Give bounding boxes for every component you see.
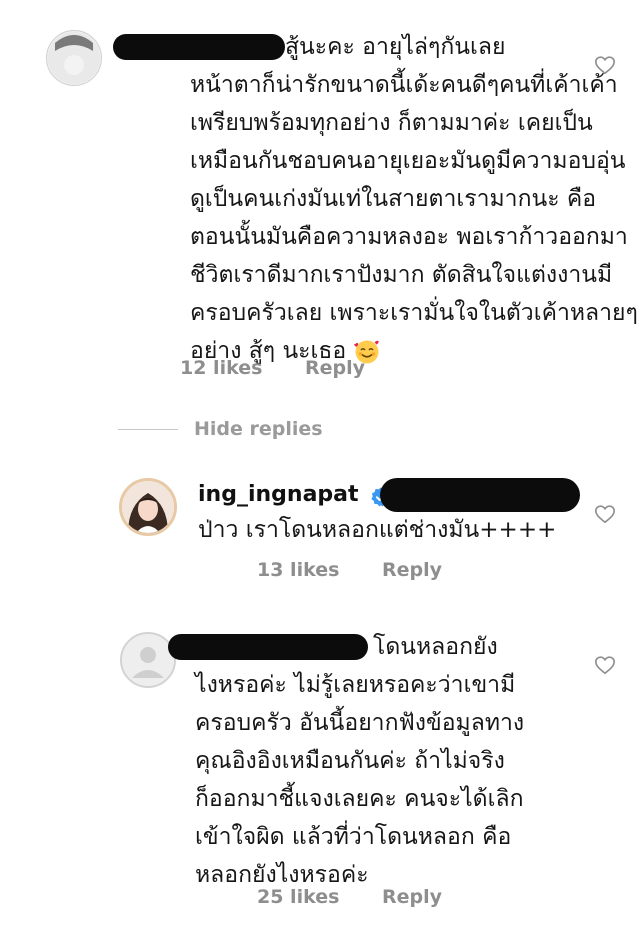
reply-button[interactable]: Reply — [382, 886, 442, 908]
like-heart-icon[interactable] — [594, 54, 616, 76]
like-heart-icon[interactable] — [594, 503, 616, 525]
comment-text: สู้นะคะ อายุไล่ๆกันเลย หน้าตาก็น่ารักขนา… — [190, 34, 638, 364]
like-heart-icon[interactable] — [594, 654, 616, 676]
reply-text: ป่าว เราโดนหลอกแต่ช่างมัน++++ — [198, 517, 557, 543]
likes-count[interactable]: 25 likes — [257, 886, 339, 908]
avatar[interactable] — [46, 30, 102, 86]
reply-button[interactable]: Reply — [382, 559, 442, 581]
comment-meta: 12 likes Reply — [180, 357, 365, 379]
reply-button[interactable]: Reply — [305, 357, 365, 379]
hide-replies-toggle[interactable]: Hide replies — [118, 418, 323, 440]
comment-text: โดนหลอกยัง ไงหรอค่ะ ไม่รู้เลยหรอคะว่าเขา… — [195, 634, 525, 888]
divider — [118, 428, 178, 430]
redacted-mention — [380, 478, 580, 512]
avatar-image — [48, 32, 100, 84]
hide-replies-label: Hide replies — [194, 418, 323, 440]
reply-header: ing_ingnapat — [198, 482, 392, 508]
avatar[interactable] — [120, 632, 176, 688]
default-avatar-icon — [122, 634, 174, 686]
username[interactable]: ing_ingnapat — [198, 482, 359, 507]
comment-meta: 13 likes Reply — [257, 559, 442, 581]
likes-count[interactable]: 12 likes — [180, 357, 262, 379]
comment-meta: 25 likes Reply — [257, 886, 442, 908]
profile-photo — [122, 481, 174, 533]
avatar-ing-ingnapat[interactable] — [119, 478, 177, 536]
likes-count[interactable]: 13 likes — [257, 559, 339, 581]
